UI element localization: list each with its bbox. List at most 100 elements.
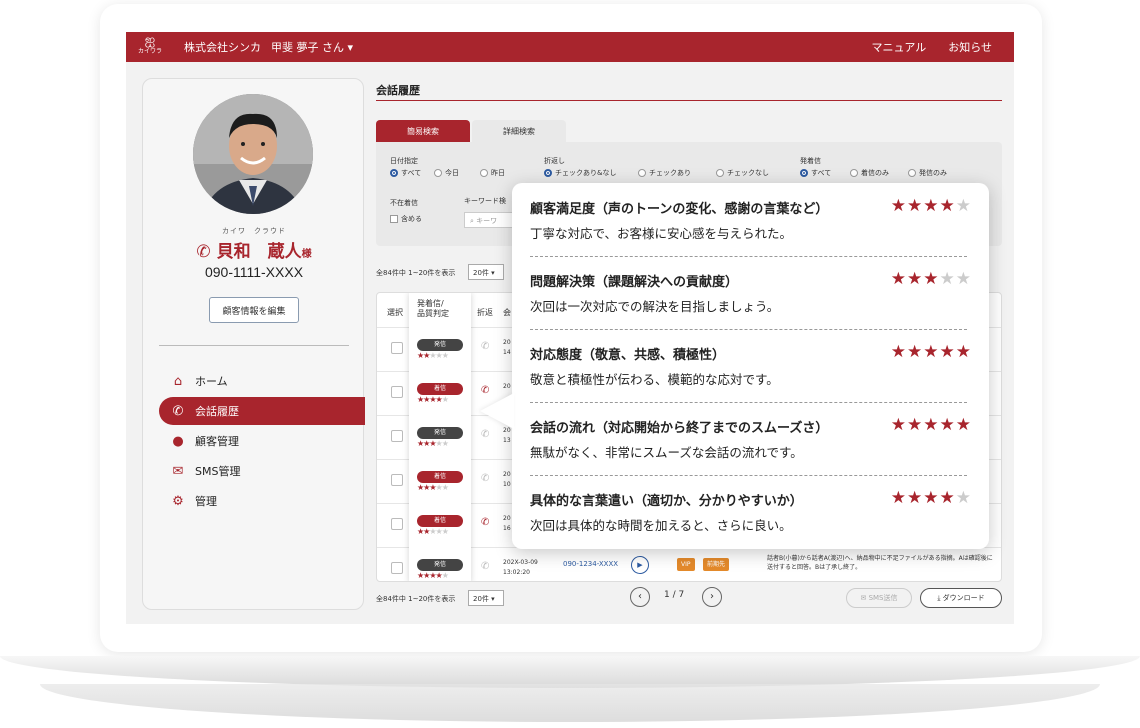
callback-option-checked[interactable]: チェックあり — [638, 168, 691, 178]
quality-stars[interactable]: ★★★★★ — [417, 439, 449, 448]
evaluation-stars: ★★★★★ — [891, 196, 972, 216]
sidebar-item-label: 会話履歴 — [195, 405, 239, 418]
row-checkbox[interactable] — [391, 562, 403, 574]
row-checkbox[interactable] — [391, 518, 403, 530]
radio-icon — [638, 169, 646, 177]
play-icon[interactable]: ▶ — [631, 556, 649, 574]
sidebar-item-label: ホーム — [195, 375, 228, 388]
phone-icon: ✆ — [481, 429, 490, 440]
callback-option-unchecked[interactable]: チェックなし — [716, 168, 769, 178]
date-filter-label: 日付指定 — [390, 157, 418, 165]
next-page-button[interactable]: › — [702, 587, 722, 607]
notice-link[interactable]: お知らせ — [948, 39, 992, 55]
date-option-yesterday[interactable]: 昨日 — [480, 168, 505, 178]
prev-page-button[interactable]: ‹ — [630, 587, 650, 607]
evaluation-stars: ★★★★★ — [891, 415, 972, 435]
call-type-badge: 発信 — [417, 427, 463, 439]
sidebar-item-home[interactable]: ⌂ ホーム — [159, 367, 365, 395]
customer-kana: カイワ クラウド — [222, 227, 286, 235]
customer-phone-icon: ✆ — [196, 242, 217, 262]
sidebar-item-history[interactable]: ✆ 会話履歴 — [159, 397, 365, 425]
row-date: 20 — [503, 339, 511, 346]
row-date: 20 — [503, 471, 511, 478]
manual-link[interactable]: マニュアル — [872, 39, 927, 55]
phone-icon: ✆ — [481, 517, 490, 528]
option-label: チェックあり&なし — [555, 169, 617, 177]
tab-detail-search[interactable]: 詳細検索 — [472, 120, 566, 142]
sidebar-item-customers[interactable]: ● 顧客管理 — [159, 427, 365, 455]
radio-icon — [800, 169, 808, 177]
star-icon: ★★★★ — [417, 571, 443, 580]
star-icon: ★★★★★ — [890, 342, 972, 362]
row-time: 10 — [503, 481, 511, 488]
evaluation-comment: 次回は具体的な時間を加えると、さらに良い。 — [530, 518, 792, 533]
download-button[interactable]: ⤓ ダウンロード — [920, 588, 1002, 608]
mail-icon: ✉ — [172, 463, 184, 479]
star-empty-icon: ★★★ — [429, 351, 448, 360]
row-time: 13 — [503, 437, 511, 444]
callback-option-both[interactable]: チェックあり&なし — [544, 168, 616, 178]
absent-include-checkbox[interactable]: 含める — [390, 214, 422, 224]
direction-option-incoming[interactable]: 着信のみ — [850, 168, 889, 178]
evaluation-title: 問題解決策（課題解決への貢献度） — [530, 275, 739, 290]
star-empty-icon: ★ — [955, 488, 972, 508]
per-page-select[interactable]: 20件 ▾ — [468, 264, 504, 280]
evaluation-title: 具体的な言葉遣い（適切か、分かりやすいか） — [530, 494, 803, 509]
star-icon: ★★★★★ — [890, 415, 972, 435]
avatar — [193, 94, 313, 214]
star-icon: ★★★ — [417, 483, 436, 492]
star-icon: ★★★ — [417, 439, 436, 448]
radio-icon — [434, 169, 442, 177]
option-label: 発信のみ — [919, 169, 947, 177]
user-menu[interactable]: 甲斐 夢子 さん ▾ — [271, 39, 353, 55]
date-option-all[interactable]: すべて — [390, 168, 421, 178]
company-name: 株式会社シンカ — [184, 41, 261, 54]
phone-number-link[interactable]: 090-1234-XXXX — [563, 560, 618, 568]
row-date: 20 — [503, 383, 511, 390]
checkbox-icon — [390, 215, 398, 223]
quality-stars[interactable]: ★★★★★ — [417, 571, 449, 580]
row-checkbox[interactable] — [391, 386, 403, 398]
direction-option-all[interactable]: すべて — [800, 168, 831, 178]
col-header-callback: 折返 — [477, 308, 493, 317]
row-time: 16 — [503, 525, 511, 532]
col-header-select: 選択 — [387, 308, 403, 317]
star-empty-icon: ★ — [955, 196, 972, 216]
quality-stars[interactable]: ★★★★★ — [417, 395, 449, 404]
popup-pointer — [480, 393, 514, 429]
sidebar-item-admin[interactable]: ⚙ 管理 — [159, 487, 365, 515]
edit-customer-button[interactable]: 顧客情報を編集 — [209, 297, 299, 323]
search-tabs: 簡易検索 詳細検索 — [376, 120, 568, 142]
evaluation-stars: ★★★★★ — [891, 488, 972, 508]
quality-stars[interactable]: ★★★★★ — [417, 483, 449, 492]
option-label: 昨日 — [491, 169, 505, 177]
tab-simple-search[interactable]: 簡易検索 — [376, 120, 470, 142]
row-datetime: 20 — [503, 382, 511, 392]
quality-stars[interactable]: ★★★★★ — [417, 527, 449, 536]
row-time: 14 — [503, 349, 511, 356]
sidebar-item-sms[interactable]: ✉ SMS管理 — [159, 457, 365, 485]
phone-icon: ✆ — [481, 473, 490, 484]
row-checkbox[interactable] — [391, 430, 403, 442]
direction-option-outgoing[interactable]: 発信のみ — [908, 168, 947, 178]
logo-text: カイワラ — [137, 48, 162, 55]
call-type-badge: 着信 — [417, 515, 463, 527]
quality-stars[interactable]: ★★★★★ — [417, 351, 449, 360]
quality-column: 発着信/ 品質判定 発信 ★★★★★ 着信 ★★★★★ 発信 ★★★★★ 着信 … — [409, 293, 471, 581]
logo-swirl-icon: ஐ — [144, 33, 156, 48]
app-logo[interactable]: ஐ カイワラ — [136, 33, 164, 61]
radio-icon — [716, 169, 724, 177]
gear-icon: ⚙ — [172, 493, 184, 509]
radio-icon — [480, 169, 488, 177]
keyword-placeholder: キーワ — [476, 217, 498, 225]
row-checkbox[interactable] — [391, 342, 403, 354]
result-count-bottom: 全84件中 1~20件を表示 — [376, 595, 456, 603]
sidebar-item-label: 顧客管理 — [195, 435, 239, 448]
call-type-badge: 着信 — [417, 383, 463, 395]
row-checkbox[interactable] — [391, 474, 403, 486]
sms-send-button[interactable]: ✉ SMS送信 — [846, 588, 912, 608]
date-option-today[interactable]: 今日 — [434, 168, 459, 178]
per-page-select-bottom[interactable]: 20件 ▾ — [468, 590, 504, 606]
keyword-input[interactable]: ⌕ キーワ — [464, 212, 514, 228]
option-label: チェックなし — [727, 169, 769, 177]
